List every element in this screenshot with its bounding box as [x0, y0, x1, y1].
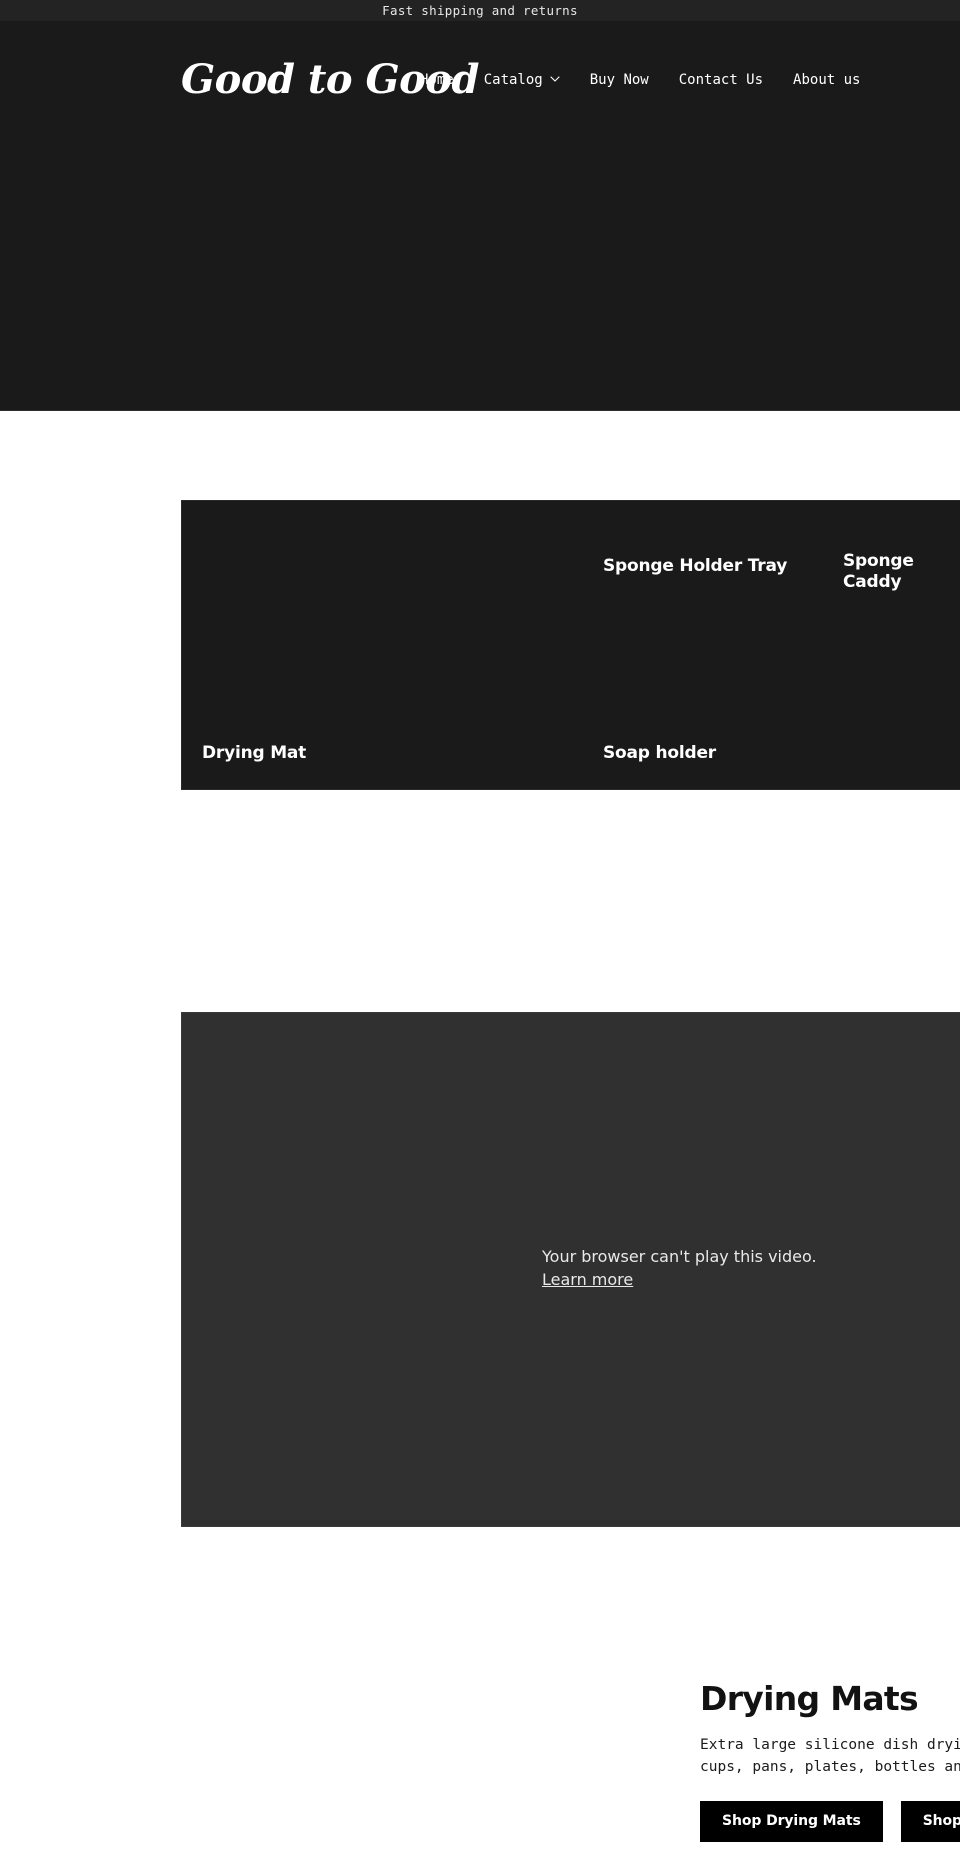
video-learn-more-link[interactable]: Learn more	[542, 1268, 633, 1291]
nav-item-home[interactable]: Home	[405, 64, 469, 96]
nav-item-label: About us	[793, 72, 861, 88]
collection-card-title: Drying Mat	[202, 742, 307, 763]
video-fallback-notice: Your browser can't play this video. Lear…	[542, 1245, 817, 1291]
shop-all-button[interactable]: Shop All	[900, 1800, 960, 1842]
nav-item-label: Contact Us	[678, 72, 764, 88]
collection-card-title: Soap holder	[603, 742, 716, 763]
collection-card-sponge-caddy[interactable]: Sponge Caddy	[822, 501, 960, 645]
nav-item-buy-now[interactable]: Buy Now	[575, 64, 664, 96]
main-navigation: Home Catalog Buy Now Contact Us About us	[405, 64, 875, 96]
collection-card-title: Sponge Caddy	[843, 550, 914, 592]
promo-section: Drying Mats Extra large silicone dish dr…	[0, 1620, 960, 1875]
collection-list-section: Drying Mat Sponge Holder Tray Sponge Cad…	[181, 500, 960, 790]
promo-description: Extra large silicone dish drying mat for…	[700, 1736, 960, 1776]
video-fallback-message: Your browser can't play this video.	[542, 1247, 817, 1266]
nav-item-catalog[interactable]: Catalog	[469, 64, 575, 96]
nav-item-label: Buy Now	[589, 72, 649, 88]
video-section[interactable]: Your browser can't play this video. Lear…	[181, 1012, 960, 1527]
announcement-text: Fast shipping and returns	[382, 3, 578, 18]
header-hero-banner: Good to Good Home Catalog Buy Now Contac…	[0, 21, 960, 411]
nav-item-contact-us[interactable]: Contact Us	[664, 64, 778, 96]
announcement-bar: Fast shipping and returns	[0, 0, 960, 21]
promo-button-group: Shop Drying Mats Shop All	[700, 1800, 960, 1842]
chevron-down-icon	[550, 74, 560, 84]
shop-drying-mats-button[interactable]: Shop Drying Mats	[700, 1800, 883, 1842]
nav-item-about-us[interactable]: About us	[778, 64, 875, 96]
collection-card-title: Sponge Holder Tray	[603, 555, 788, 576]
collection-grid: Drying Mat Sponge Holder Tray Sponge Cad…	[182, 501, 960, 789]
collection-card-drying-mat[interactable]: Drying Mat	[182, 501, 582, 789]
collection-card-sponge-holder-tray[interactable]: Sponge Holder Tray	[582, 501, 822, 645]
promo-content: Drying Mats Extra large silicone dish dr…	[700, 1680, 960, 1842]
collection-card-placeholder[interactable]	[822, 645, 960, 789]
nav-item-label: Catalog	[483, 72, 543, 88]
header-bar: Good to Good Home Catalog Buy Now Contac…	[0, 45, 960, 115]
promo-title: Drying Mats	[700, 1679, 919, 1718]
collection-card-soap-holder[interactable]: Soap holder	[582, 645, 822, 789]
nav-item-label: Home	[420, 72, 454, 88]
